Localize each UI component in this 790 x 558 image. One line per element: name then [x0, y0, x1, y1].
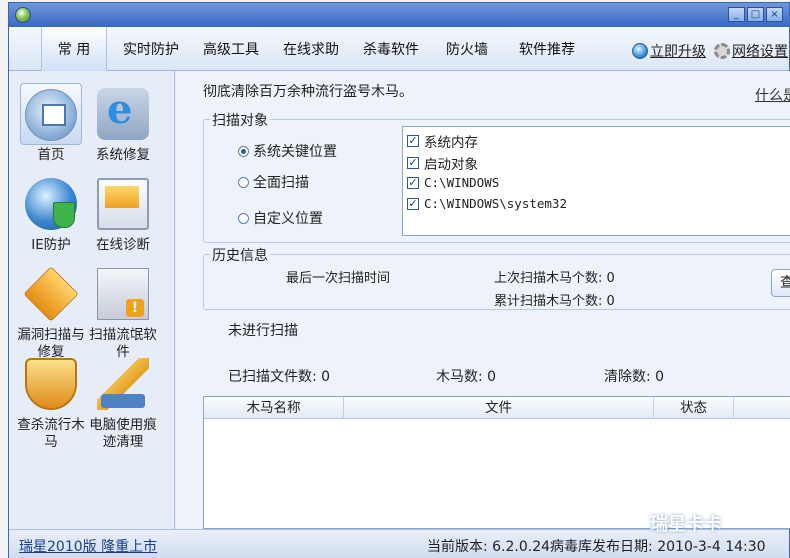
menu-firewall[interactable]: 防火墙	[437, 27, 497, 71]
checkbox-checked-icon: ✓	[407, 156, 419, 169]
radio-full-scan[interactable]: 全面扫描	[238, 172, 309, 192]
sidebar-item-label: 电脑使用痕迹清理	[89, 417, 157, 450]
ie-repair-icon	[97, 86, 149, 140]
history-title: 历史信息	[210, 245, 270, 265]
upgrade-button[interactable]: 立即升级	[632, 41, 706, 61]
sidebar-item-trojan-killer[interactable]: 查杀流行木马	[17, 353, 85, 451]
globe-icon	[632, 43, 648, 59]
menu-realtime-protection[interactable]: 实时防护	[115, 27, 187, 71]
radio-label: 自定义位置	[253, 211, 323, 227]
minimize-icon[interactable]: _	[728, 7, 745, 22]
scan-status: 未进行扫描	[228, 323, 298, 339]
radio-unselected-icon	[238, 176, 249, 188]
home-icon	[25, 89, 77, 141]
sidebar-item-label: 首页	[37, 147, 65, 163]
check-label: C:\WINDOWS\system32	[424, 196, 567, 211]
radio-unselected-icon	[238, 212, 249, 224]
radio-label: 系统关键位置	[253, 144, 337, 160]
check-label: C:\WINDOWS	[424, 175, 500, 190]
check-system32-folder[interactable]: ✓ C:\WINDOWS\system32	[407, 196, 567, 211]
sidebar-item-system-repair[interactable]: 系统修复	[89, 83, 157, 164]
scanned-files-count: 已扫描文件数: 0	[228, 369, 331, 385]
title-bar[interactable]: _ □ ×	[9, 3, 789, 27]
checkbox-checked-icon: ✓	[407, 196, 419, 210]
radio-key-locations[interactable]: 系统关键位置	[238, 141, 337, 161]
monitor-icon	[97, 178, 149, 230]
check-system-memory[interactable]: ✓ 系统内存	[407, 131, 478, 151]
broom-icon	[97, 358, 149, 410]
main-panel: 彻底清除百万余种流行盗号木马。 什么是 扫描对象 系统关键位置 全面扫描 自定义…	[176, 71, 790, 529]
promo-link[interactable]: 瑞星2010版 隆重上市	[19, 536, 157, 556]
table-header: 木马名称 文件 状态	[204, 397, 790, 419]
app-icon	[15, 7, 31, 23]
window-controls: _ □ ×	[728, 7, 783, 22]
main-menu: 常 用 实时防护 高级工具 在线求助 杀毒软件 防火墙 软件推荐 立即升级 网络…	[9, 27, 789, 71]
upgrade-label: 立即升级	[650, 44, 706, 60]
check-windows-folder[interactable]: ✓ C:\WINDOWS	[407, 175, 499, 190]
column-header-file[interactable]: 文件	[344, 397, 654, 419]
what-is-link[interactable]: 什么是	[755, 85, 790, 105]
scan-target-checklist: ✓ 系统内存 ✓ 启动对象 ✓ C:\WINDOWS ✓ C:\WINDOWS\…	[402, 126, 790, 236]
close-icon[interactable]: ×	[766, 7, 783, 22]
network-settings-button[interactable]: 网络设置	[714, 41, 788, 61]
radio-custom-location[interactable]: 自定义位置	[238, 208, 323, 228]
column-header-status[interactable]: 状态	[654, 397, 734, 419]
sidebar-item-label: IE防护	[31, 237, 71, 253]
sidebar-item-label: 在线诊断	[96, 237, 150, 253]
shield-icon	[25, 358, 77, 410]
sidebar-item-home[interactable]: 首页	[17, 83, 85, 164]
menu-common[interactable]: 常 用	[41, 27, 107, 71]
rising-kaka-window: _ □ × 常 用 实时防护 高级工具 在线求助 杀毒软件 防火墙 软件推荐 立…	[8, 2, 790, 558]
checkbox-checked-icon: ✓	[407, 134, 419, 147]
check-label: 启动对象	[424, 157, 478, 173]
maximize-icon[interactable]: □	[747, 7, 764, 22]
sidebar-item-label: 查杀流行木马	[17, 417, 85, 450]
menu-software-recommend[interactable]: 软件推荐	[509, 27, 585, 71]
warning-window-icon	[97, 268, 149, 320]
vulnerability-box-icon	[23, 266, 79, 322]
sidebar: 首页 系统修复 IE防护 在线诊断 漏洞扫描与修复 扫描流氓软件 查杀流行木马	[9, 71, 175, 529]
total-trojan-count: 累计扫描木马个数: 0	[494, 294, 615, 309]
menu-antivirus[interactable]: 杀毒软件	[355, 27, 427, 71]
slogan-text: 彻底清除百万余种流行盗号木马。	[203, 84, 413, 100]
last-scan-time-label: 最后一次扫描时间	[286, 271, 391, 286]
cleared-count: 清除数: 0	[604, 369, 665, 385]
watermark-logo: 瑞星卡卡	[650, 514, 722, 535]
menu-advanced-tools[interactable]: 高级工具	[195, 27, 267, 71]
sidebar-item-trace-cleaner[interactable]: 电脑使用痕迹清理	[89, 353, 157, 451]
gear-icon	[714, 43, 730, 59]
sidebar-item-vulnerability-scan[interactable]: 漏洞扫描与修复	[17, 263, 85, 361]
scan-target-title: 扫描对象	[210, 110, 270, 130]
radio-label: 全面扫描	[253, 175, 309, 191]
radio-selected-icon	[238, 145, 249, 157]
history-view-button[interactable]: 查	[771, 269, 790, 297]
last-trojan-count: 上次扫描木马个数: 0	[494, 271, 615, 286]
sidebar-item-rogue-software-scan[interactable]: 扫描流氓软件	[89, 263, 157, 361]
trojan-count: 木马数: 0	[436, 369, 497, 385]
globe-shield-icon	[25, 178, 77, 230]
check-startup-objects[interactable]: ✓ 启动对象	[407, 153, 478, 173]
network-settings-label: 网络设置	[732, 44, 788, 60]
column-header-trojan-name[interactable]: 木马名称	[204, 397, 344, 419]
check-label: 系统内存	[424, 135, 478, 151]
sidebar-item-online-diagnosis[interactable]: 在线诊断	[89, 173, 157, 254]
sidebar-item-ie-protection[interactable]: IE防护	[17, 173, 85, 254]
menu-online-help[interactable]: 在线求助	[275, 27, 347, 71]
checkbox-checked-icon: ✓	[407, 175, 419, 189]
sidebar-item-label: 系统修复	[96, 147, 150, 163]
